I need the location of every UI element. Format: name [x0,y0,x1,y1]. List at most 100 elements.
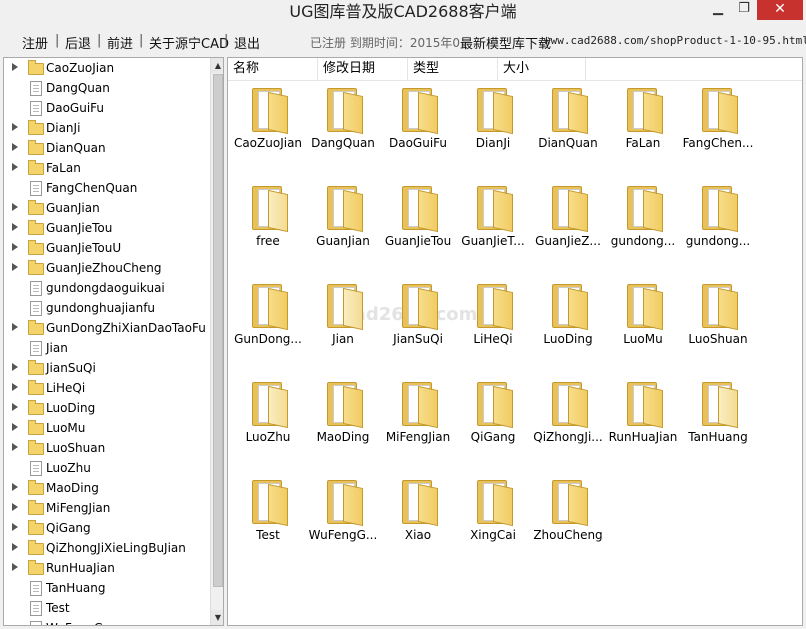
tree-item[interactable]: LuoShuan [4,439,209,459]
folder-tile[interactable]: QiZhongJi... [530,376,606,466]
expand-arrow-icon[interactable] [12,403,18,411]
folder-tile[interactable]: gundong... [680,180,756,270]
expand-arrow-icon[interactable] [12,203,18,211]
header-name[interactable]: 名称 [228,58,318,80]
expand-arrow-icon[interactable] [12,363,18,371]
tree-item[interactable]: GuanJieZhouCheng [4,259,209,279]
expand-arrow-icon[interactable] [12,543,18,551]
tree-item[interactable]: JianSuQi [4,359,209,379]
folder-tile[interactable]: gundong... [605,180,681,270]
expand-arrow-icon[interactable] [12,563,18,571]
folder-tile[interactable]: RunHuaJian [605,376,681,466]
folder-tile[interactable]: GunDong... [230,278,306,368]
expand-arrow-icon[interactable] [12,523,18,531]
folder-tile[interactable]: FaLan [605,82,681,172]
back-menu[interactable]: 后退 [65,33,91,52]
tree-item[interactable]: WuFengGu [4,619,209,625]
expand-arrow-icon[interactable] [12,143,18,151]
tree-item[interactable]: MiFengJian [4,499,209,519]
scroll-down-icon[interactable]: ▼ [211,610,223,625]
folder-tile[interactable]: free [230,180,306,270]
maximize-button[interactable]: ❐ [731,0,757,20]
folder-tile[interactable]: LiHeQi [455,278,531,368]
folder-tile[interactable]: JianSuQi [380,278,456,368]
tree-item[interactable]: GuanJieTouU [4,239,209,259]
folder-tile[interactable]: MiFengJian [380,376,456,466]
folder-tile[interactable]: LuoShuan [680,278,756,368]
expand-arrow-icon[interactable] [12,163,18,171]
folder-tile[interactable]: MaoDing [305,376,381,466]
folder-tile[interactable]: WuFengG... [305,474,381,564]
tree-item[interactable]: LuoDing [4,399,209,419]
tree-item[interactable]: TanHuang [4,579,209,599]
tree-item[interactable]: FaLan [4,159,209,179]
header-size[interactable]: 大小 [498,58,586,80]
folder-tile[interactable]: GuanJian [305,180,381,270]
tree-item[interactable]: CaoZuoJian [4,59,209,79]
expand-arrow-icon[interactable] [12,503,18,511]
file-view[interactable]: 名称 修改日期 类型 大小 cad2688.com CaoZuoJianDang… [227,57,803,626]
expand-arrow-icon[interactable] [12,263,18,271]
register-menu[interactable]: 注册 [22,33,48,52]
tree-item[interactable]: MaoDing [4,479,209,499]
folder-tile[interactable]: LuoMu [605,278,681,368]
folder-tile[interactable]: GuanJieZ... [530,180,606,270]
tree-item[interactable]: Jian [4,339,209,359]
folder-tile[interactable]: TanHuang [680,376,756,466]
tree-item[interactable]: DianQuan [4,139,209,159]
scroll-up-icon[interactable]: ▲ [211,58,223,73]
tree-item[interactable]: QiZhongJiXieLingBuJian [4,539,209,559]
folder-tile[interactable]: FangChen... [680,82,756,172]
folder-tile[interactable]: DianQuan [530,82,606,172]
folder-tile[interactable]: LuoZhu [230,376,306,466]
expand-arrow-icon[interactable] [12,483,18,491]
tree-item[interactable]: gundonghuajianfu [4,299,209,319]
tree-item[interactable]: gundongdaoguikuai [4,279,209,299]
expand-arrow-icon[interactable] [12,63,18,71]
about-menu[interactable]: 关于源宁CAD [149,33,229,52]
folder-tile[interactable]: Jian [305,278,381,368]
tree-item[interactable]: DianJi [4,119,209,139]
tree-item[interactable]: GuanJian [4,199,209,219]
expand-arrow-icon[interactable] [12,383,18,391]
folder-tile[interactable]: Xiao [380,474,456,564]
folder-tile[interactable]: DianJi [455,82,531,172]
exit-menu[interactable]: 退出 [234,33,260,52]
tree-item[interactable]: LuoZhu [4,459,209,479]
expand-arrow-icon[interactable] [12,323,18,331]
download-link[interactable]: 最新模型库下载 [460,33,551,52]
expand-arrow-icon[interactable] [12,443,18,451]
download-url[interactable]: www.cad2688.com/shopProduct-1-10-95.html [544,34,806,47]
folder-tree[interactable]: ▲ ▼ CaoZuoJian DangQuan DaoGuiFu DianJi Dian… [3,57,224,626]
header-date[interactable]: 修改日期 [318,58,408,80]
folder-tile[interactable]: QiGang [455,376,531,466]
tree-item[interactable]: FangChenQuan [4,179,209,199]
expand-arrow-icon[interactable] [12,423,18,431]
expand-arrow-icon[interactable] [12,243,18,251]
tree-item[interactable]: QiGang [4,519,209,539]
forward-menu[interactable]: 前进 [107,33,133,52]
folder-tile[interactable]: DangQuan [305,82,381,172]
folder-tile[interactable]: ZhouCheng [530,474,606,564]
folder-tile[interactable]: CaoZuoJian [230,82,306,172]
tree-item[interactable]: DangQuan [4,79,209,99]
folder-tile[interactable]: Test [230,474,306,564]
header-type[interactable]: 类型 [408,58,498,80]
close-button[interactable]: ✕ [757,0,803,20]
folder-tile[interactable]: DaoGuiFu [380,82,456,172]
expand-arrow-icon[interactable] [12,123,18,131]
tree-item[interactable]: LiHeQi [4,379,209,399]
scroll-thumb[interactable] [213,74,223,587]
expand-arrow-icon[interactable] [12,223,18,231]
tree-scrollbar[interactable]: ▲ ▼ [210,58,223,625]
tree-item[interactable]: GuanJieTou [4,219,209,239]
tree-item[interactable]: Test [4,599,209,619]
tree-item[interactable]: LuoMu [4,419,209,439]
tree-item[interactable]: RunHuaJian [4,559,209,579]
minimize-button[interactable]: ▁ [705,0,731,20]
folder-tile[interactable]: GuanJieT... [455,180,531,270]
tree-item[interactable]: DaoGuiFu [4,99,209,119]
folder-tile[interactable]: GuanJieTou [380,180,456,270]
folder-tile[interactable]: LuoDing [530,278,606,368]
tree-item[interactable]: GunDongZhiXianDaoTaoFu [4,319,209,339]
